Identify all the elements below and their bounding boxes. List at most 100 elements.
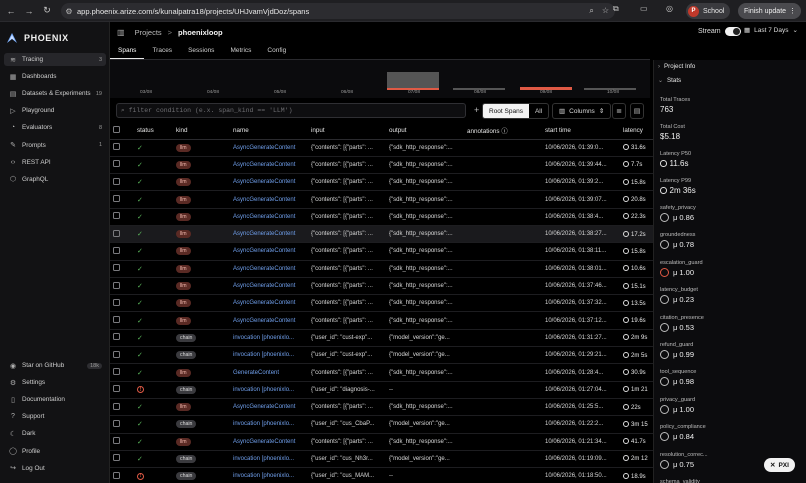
checkbox[interactable]	[113, 212, 120, 220]
table-row[interactable]: ✓ chain invocation [phoenixlo... {"user_id"…	[110, 415, 653, 434]
table-row[interactable]: ✓ chain invocation [phoenixlo... {"user_id"…	[110, 450, 653, 469]
table-row[interactable]: ✓ llm GenerateContent {"contents": [{"parts…	[110, 363, 653, 382]
table-row[interactable]: ✓ llm AsyncGenerateContent {"contents": [{"…	[110, 311, 653, 330]
sidebar-item-evaluators[interactable]: ◔ Evaluators 8	[4, 121, 106, 134]
row-checkbox-cell[interactable]	[110, 156, 134, 175]
bookmark-star-icon[interactable]: ☆	[602, 6, 609, 16]
back-icon[interactable]: ←	[4, 4, 18, 18]
row-checkbox-cell[interactable]	[110, 381, 134, 399]
toggle-sidebar-icon[interactable]: ▥	[117, 28, 125, 37]
table-row[interactable]: ! chain invocation [phoenixlo... {"user_id"…	[110, 381, 653, 399]
column-header-start-time[interactable]: start time	[542, 122, 620, 140]
span-name-link[interactable]: invocation [phoenixlo...	[233, 421, 294, 427]
span-name-link[interactable]: AsyncGenerateContent	[233, 145, 295, 151]
column-header-annotations[interactable]: annotations ⓘ	[464, 122, 542, 140]
table-row[interactable]: ✓ llm AsyncGenerateContent {"contents": [{"…	[110, 225, 653, 244]
sidebar-item-profile[interactable]: ◯ Profile	[4, 445, 106, 458]
row-checkbox-cell[interactable]	[110, 294, 134, 313]
filter-input[interactable]	[128, 107, 449, 114]
sidebar-item-dashboards[interactable]: ▦ Dashboards	[4, 70, 106, 83]
select-all-checkbox[interactable]	[110, 122, 134, 140]
add-filter-icon[interactable]: +	[474, 105, 479, 115]
name-cell[interactable]: AsyncGenerateContent	[230, 139, 308, 157]
checkbox[interactable]	[113, 125, 120, 133]
checkbox[interactable]	[113, 316, 120, 324]
root-spans-option[interactable]: Root Spans	[483, 104, 529, 118]
row-checkbox-cell[interactable]	[110, 173, 134, 192]
checkbox[interactable]	[113, 264, 120, 272]
span-name-link[interactable]: invocation [phoenixlo...	[233, 335, 294, 341]
row-checkbox-cell[interactable]	[110, 363, 134, 382]
brand[interactable]: PHOENIX	[6, 32, 69, 44]
checkbox[interactable]	[113, 281, 120, 289]
name-cell[interactable]: AsyncGenerateContent	[230, 311, 308, 330]
stream-switch[interactable]	[724, 27, 741, 36]
site-settings-icon[interactable]: ⚙	[61, 7, 77, 16]
table-row[interactable]: ✓ llm AsyncGenerateContent {"contents": [{"…	[110, 398, 653, 417]
row-checkbox-cell[interactable]	[110, 450, 134, 469]
name-cell[interactable]: invocation [phoenixlo...	[230, 381, 308, 399]
span-name-link[interactable]: AsyncGenerateContent	[233, 266, 295, 272]
tab-traces[interactable]: Traces	[144, 42, 180, 59]
row-checkbox-cell[interactable]	[110, 277, 134, 296]
name-cell[interactable]: AsyncGenerateContent	[230, 242, 308, 261]
table-row[interactable]: ✓ chain invocation [phoenixlo... {"user_id"…	[110, 346, 653, 365]
density-icon[interactable]: ≣	[612, 103, 626, 119]
name-cell[interactable]: AsyncGenerateContent	[230, 225, 308, 244]
checkbox[interactable]	[113, 385, 120, 393]
table-row[interactable]: ✓ llm AsyncGenerateContent {"contents": [{"…	[110, 208, 653, 226]
span-name-link[interactable]: invocation [phoenixlo...	[233, 473, 294, 479]
column-header-kind[interactable]: kind	[173, 122, 230, 140]
checkbox[interactable]	[113, 368, 120, 375]
span-name-link[interactable]: AsyncGenerateContent	[233, 162, 295, 168]
table-row[interactable]: ! chain invocation [phoenixlo... {"user_id"…	[110, 467, 653, 483]
name-cell[interactable]: AsyncGenerateContent	[230, 433, 308, 451]
table-row[interactable]: ✓ llm AsyncGenerateContent {"contents": [{"…	[110, 260, 653, 278]
table-row[interactable]: ✓ chain invocation [phoenixlo... {"user_id"…	[110, 329, 653, 348]
tab-spans[interactable]: Spans	[110, 42, 145, 59]
checkbox[interactable]	[113, 350, 120, 358]
extension-icon[interactable]: ◎	[666, 4, 673, 13]
span-name-link[interactable]: AsyncGenerateContent	[233, 248, 295, 254]
sidebar-item-datasets-experiments[interactable]: ▤ Datasets & Experiments 19	[4, 87, 106, 100]
span-name-link[interactable]: AsyncGenerateContent	[233, 404, 295, 410]
span-name-link[interactable]: invocation [phoenixlo...	[233, 352, 294, 358]
name-cell[interactable]: AsyncGenerateContent	[230, 277, 308, 296]
tab-config[interactable]: Config	[259, 42, 294, 59]
tab-sessions[interactable]: Sessions	[180, 42, 222, 59]
stats-section[interactable]: ⌄ Stats	[658, 77, 681, 84]
table-row[interactable]: ✓ llm AsyncGenerateContent {"contents": [{"…	[110, 277, 653, 296]
time-range-select[interactable]: ▦ Last 7 Days ⌄	[744, 26, 798, 35]
name-cell[interactable]: invocation [phoenixlo...	[230, 329, 308, 348]
name-cell[interactable]: invocation [phoenixlo...	[230, 450, 308, 469]
sidebar-item-settings[interactable]: ⚙ Settings	[4, 376, 106, 389]
span-name-link[interactable]: AsyncGenerateContent	[233, 231, 295, 237]
checkbox[interactable]	[113, 471, 120, 479]
column-header-name[interactable]: name	[230, 122, 308, 140]
name-cell[interactable]: AsyncGenerateContent	[230, 260, 308, 278]
checkbox[interactable]	[113, 195, 120, 203]
column-header-output[interactable]: output	[386, 122, 464, 140]
profile-button[interactable]: P School	[686, 3, 731, 19]
column-header-input[interactable]: input	[308, 122, 386, 140]
table-row[interactable]: ✓ llm AsyncGenerateContent {"contents": [{"…	[110, 190, 653, 209]
sidebar-item-playground[interactable]: ▷ Playground	[4, 104, 106, 117]
checkbox[interactable]	[113, 402, 120, 410]
checkbox[interactable]	[113, 160, 120, 168]
name-cell[interactable]: invocation [phoenixlo...	[230, 415, 308, 434]
table-row[interactable]: ✓ llm AsyncGenerateContent {"contents": [{"…	[110, 294, 653, 313]
finish-update-button[interactable]: Finish update ⋮	[738, 3, 802, 19]
layout-icon[interactable]: ▤	[630, 103, 644, 119]
sidebar-item-star-on-github[interactable]: ◉ Star on GitHub 18k	[4, 359, 106, 372]
sidebar-item-support[interactable]: ? Support	[4, 410, 106, 423]
row-checkbox-cell[interactable]	[110, 311, 134, 330]
row-checkbox-cell[interactable]	[110, 225, 134, 244]
span-name-link[interactable]: AsyncGenerateContent	[233, 197, 295, 203]
sidebar-item-rest-api[interactable]: ‹› REST API	[4, 156, 106, 169]
name-cell[interactable]: AsyncGenerateContent	[230, 208, 308, 226]
row-checkbox-cell[interactable]	[110, 190, 134, 209]
checkbox[interactable]	[113, 229, 120, 237]
span-name-link[interactable]: AsyncGenerateContent	[233, 300, 295, 306]
table-row[interactable]: ✓ llm AsyncGenerateContent {"contents": [{"…	[110, 173, 653, 192]
name-cell[interactable]: invocation [phoenixlo...	[230, 346, 308, 365]
